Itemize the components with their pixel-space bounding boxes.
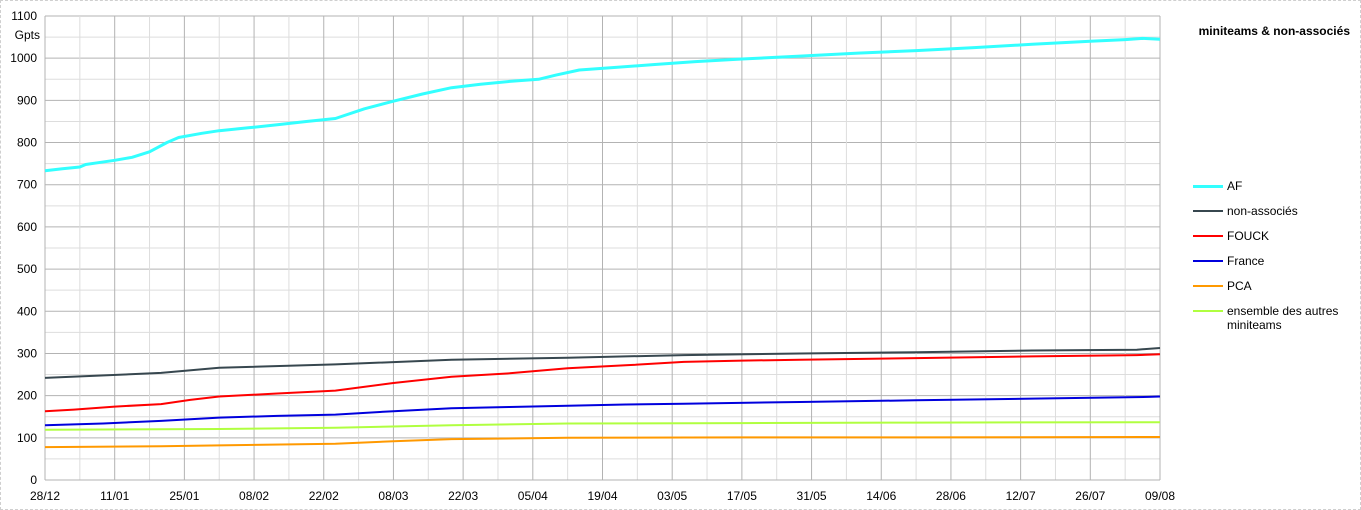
legend-item: non-associés [1193, 204, 1358, 229]
y-axis-label: Gpts [15, 28, 40, 42]
legend-swatch [1193, 285, 1223, 287]
x-tick-label: 17/05 [727, 489, 757, 503]
x-tick-label: 11/01 [100, 489, 129, 503]
y-tick-label: 600 [17, 220, 37, 234]
y-tick-label: 500 [17, 262, 37, 276]
legend-item: France [1193, 254, 1358, 279]
legend-swatch [1193, 210, 1223, 212]
y-tick-label: 0 [30, 473, 37, 487]
x-tick-label: 25/01 [169, 489, 199, 503]
legend-label: non-associés [1227, 204, 1298, 218]
x-tick-label: 19/04 [587, 489, 617, 503]
y-tick-label: 200 [17, 389, 37, 403]
legend-swatch [1193, 235, 1223, 237]
x-tick-label: 14/06 [866, 489, 896, 503]
legend-label: ensemble des autres miniteams [1227, 304, 1339, 332]
chart-title: miniteams & non-associés [1198, 24, 1350, 38]
y-tick-label: 100 [17, 431, 37, 445]
legend-swatch [1193, 310, 1223, 312]
legend-label: PCA [1227, 279, 1252, 293]
y-tick-label: 300 [17, 346, 37, 360]
y-tick-label: 900 [17, 93, 37, 107]
x-tick-label: 22/03 [448, 489, 478, 503]
x-tick-label: 22/02 [309, 489, 339, 503]
legend-label: AF [1227, 179, 1243, 193]
legend-item: FOUCK [1193, 229, 1358, 254]
x-tick-label: 08/03 [378, 489, 408, 503]
legend-item: PCA [1193, 279, 1358, 304]
y-tick-label: 1100 [11, 9, 37, 23]
legend: AF non-associés FOUCK France PCA ensemble des… [1193, 179, 1358, 338]
x-tick-label: 03/05 [657, 489, 687, 503]
legend-item: ensemble des autres miniteams [1193, 304, 1358, 338]
x-tick-label: 26/07 [1075, 489, 1105, 503]
x-tick-label: 05/04 [518, 489, 548, 503]
line-chart: 0 100 200 300 400 500 600 700 800 900 1000 1100 28/… [10, 9, 1175, 503]
legend-label: France [1227, 254, 1265, 268]
x-tick-label: 09/08 [1145, 489, 1175, 503]
x-tick-label: 12/07 [1006, 489, 1036, 503]
x-tick-label: 08/02 [239, 489, 269, 503]
x-tick-labels: 28/12 11/01 25/01 08/02 22/02 08/03 22/03 05/04… [30, 489, 1175, 503]
legend-swatch [1193, 185, 1223, 188]
legend-item: AF [1193, 179, 1358, 204]
x-tick-label: 31/05 [797, 489, 827, 503]
y-tick-label: 1000 [10, 51, 37, 65]
grid-lines [44, 15, 1161, 481]
x-tick-label: 28/12 [30, 489, 60, 503]
y-tick-label: 400 [17, 304, 37, 318]
x-tick-label: 28/06 [936, 489, 966, 503]
y-tick-labels: 0 100 200 300 400 500 600 700 800 900 1000 1100 [10, 9, 37, 487]
legend-swatch [1193, 260, 1223, 262]
y-tick-label: 700 [17, 178, 37, 192]
legend-label: FOUCK [1227, 229, 1269, 243]
y-tick-label: 800 [17, 136, 37, 150]
